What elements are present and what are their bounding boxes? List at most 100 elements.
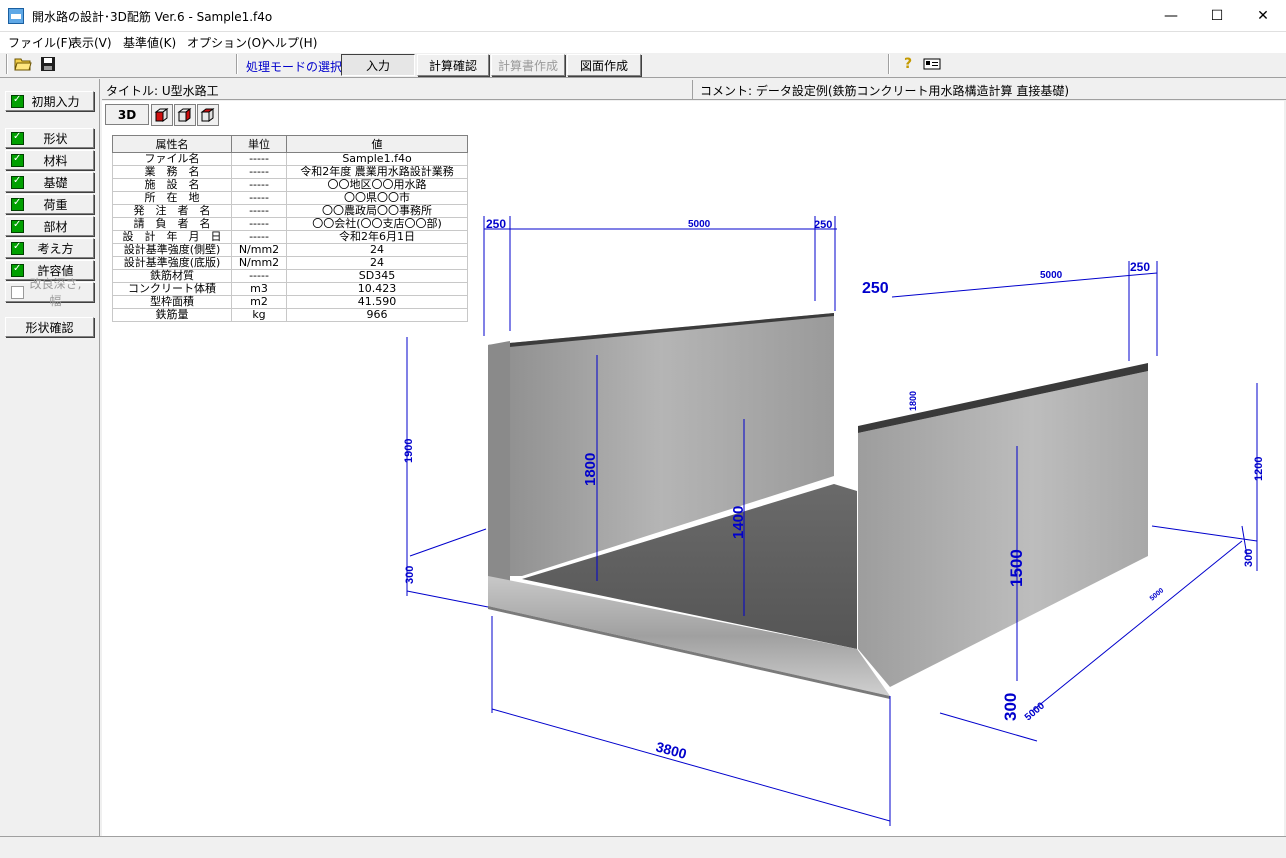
- table-cell-value: SD345: [286, 269, 468, 283]
- help-icon[interactable]: ?: [897, 54, 919, 74]
- sidebar-item-improvement[interactable]: 改良深さ,幅: [5, 277, 94, 308]
- table-body: ファイル名 ----- Sample1.f4o 業 務 名 ----- 令和2年度 農業用…: [112, 152, 468, 322]
- sidebar-item-member[interactable]: 部材: [5, 216, 94, 236]
- table-row: 型枠面積 m2 41.590: [112, 295, 468, 309]
- dim-height-1800b: 1800: [908, 391, 918, 411]
- shape-check-button[interactable]: 形状確認: [5, 317, 94, 337]
- dim-height-1800: 1800: [582, 453, 599, 486]
- table-cell-value: 〇〇県〇〇市: [286, 191, 468, 205]
- table-cell-value: 24: [286, 256, 468, 270]
- dim-top-length-b: 5000: [1040, 270, 1063, 281]
- mode-report-button[interactable]: 計算書作成: [491, 54, 565, 76]
- left-sidebar: [0, 79, 100, 836]
- table-cell-attribute: 請 負 者 名: [112, 217, 232, 231]
- col-attribute: 属性名: [112, 135, 232, 153]
- mode-input-button[interactable]: 入力: [341, 54, 415, 76]
- menu-standard-values[interactable]: 基準値(K): [123, 34, 176, 51]
- table-cell-value: 令和2年6月1日: [286, 230, 468, 244]
- window-title: 開水路の設計･3D配筋 Ver.6 - Sample1.f4o: [32, 10, 273, 24]
- table-row: 設計基準強度(底版) N/mm2 24: [112, 256, 468, 270]
- table-row: 請 負 者 名 ----- 〇〇会社(〇〇支店〇〇部): [112, 217, 468, 231]
- table-cell-unit: -----: [231, 269, 287, 283]
- sidebar-item-load[interactable]: 荷重: [5, 194, 94, 214]
- dim-top-right-a: 250: [814, 219, 832, 231]
- dim-length-small: 5000: [1149, 587, 1166, 602]
- table-cell-unit: m3: [231, 282, 287, 296]
- table-cell-attribute: コンクリート体積: [112, 282, 232, 296]
- table-cell-unit: m2: [231, 295, 287, 309]
- table-cell-attribute: ファイル名: [112, 152, 232, 166]
- folder-open-icon[interactable]: [12, 54, 34, 74]
- sidebar-item-shape[interactable]: 形状: [5, 128, 94, 148]
- menu-options[interactable]: オプション(O): [187, 34, 266, 51]
- cube-side-icon[interactable]: [174, 104, 196, 126]
- close-button[interactable]: ✕: [1240, 0, 1286, 31]
- minimize-button[interactable]: —: [1148, 0, 1194, 31]
- dim-height-1500: 1500: [1007, 549, 1026, 587]
- table-cell-value: 〇〇地区〇〇用水路: [286, 178, 468, 192]
- check-icon: [11, 153, 24, 167]
- save-icon[interactable]: [37, 54, 59, 74]
- cube-top-icon[interactable]: [197, 104, 219, 126]
- table-cell-attribute: 鉄筋材質: [112, 269, 232, 283]
- toolbar-separator-2: [888, 54, 890, 74]
- table-row: 鉄筋量 kg 966: [112, 308, 468, 322]
- table-cell-attribute: 設 計 年 月 日: [112, 230, 232, 244]
- table-cell-unit: -----: [231, 204, 287, 218]
- dim-base-300a: 300: [404, 566, 416, 584]
- dim-height-1400: 1400: [730, 506, 747, 539]
- table-cell-value: 41.590: [286, 295, 468, 309]
- tab-3d[interactable]: 3D: [105, 104, 149, 125]
- table-cell-value: 〇〇会社(〇〇支店〇〇部): [286, 217, 468, 231]
- menu-file[interactable]: ファイル(F): [8, 34, 72, 51]
- table-cell-unit: -----: [231, 152, 287, 166]
- table-cell-value: 令和2年度 農業用水路設計業務: [286, 165, 468, 179]
- table-row: 業 務 名 ----- 令和2年度 農業用水路設計業務: [112, 165, 468, 179]
- table-cell-value: 10.423: [286, 282, 468, 296]
- table-header-row: 属性名 単位 値: [112, 135, 468, 153]
- app-icon: [8, 8, 24, 24]
- table-row: 鉄筋材質 ----- SD345: [112, 269, 468, 283]
- check-icon: [11, 131, 24, 145]
- table-cell-attribute: 設計基準強度(底版): [112, 256, 232, 270]
- mode-drawing-button[interactable]: 図面作成: [567, 54, 641, 76]
- info-divider: [692, 80, 693, 99]
- id-card-icon[interactable]: [921, 54, 943, 74]
- mode-select-label: 処理モードの選択: [246, 60, 343, 74]
- table-cell-unit: N/mm2: [231, 256, 287, 270]
- check-icon: [11, 219, 24, 233]
- col-value: 値: [286, 135, 468, 153]
- menu-view[interactable]: 表示(V): [70, 34, 112, 51]
- sidebar-item-initial-input[interactable]: 初期入力: [5, 91, 94, 111]
- sidebar-item-material[interactable]: 材料: [5, 150, 94, 170]
- dim-top-right-b: 250: [1130, 260, 1150, 274]
- table-row: コンクリート体積 m3 10.423: [112, 282, 468, 296]
- cube-front-icon[interactable]: [151, 104, 173, 126]
- table-row: ファイル名 ----- Sample1.f4o: [112, 152, 468, 166]
- dim-width-3800: 3800: [654, 738, 688, 762]
- check-icon: [11, 94, 24, 108]
- table-row: 施 設 名 ----- 〇〇地区〇〇用水路: [112, 178, 468, 192]
- info-bar: [102, 79, 1286, 100]
- table-cell-unit: -----: [231, 178, 287, 192]
- menu-help[interactable]: ヘルプ(H): [263, 34, 317, 51]
- table-cell-unit: -----: [231, 191, 287, 205]
- maximize-button[interactable]: ☐: [1194, 0, 1240, 31]
- mode-calc-check-button[interactable]: 計算確認: [417, 54, 489, 76]
- dim-length-5000: 5000: [1023, 700, 1047, 723]
- property-table: 属性名 単位 値 ファイル名 ----- Sample1.f4o 業 務 名 -----…: [112, 135, 468, 322]
- table-cell-unit: kg: [231, 308, 287, 322]
- table-cell-value: 24: [286, 243, 468, 257]
- toolbar: [0, 52, 1286, 78]
- wall-end-face: [488, 341, 510, 601]
- dim-base-300c: 300: [1001, 693, 1020, 721]
- sidebar-item-approach[interactable]: 考え方: [5, 238, 94, 258]
- table-cell-attribute: 所 在 地: [112, 191, 232, 205]
- dim-height-1900: 1900: [403, 439, 415, 463]
- table-cell-value: Sample1.f4o: [286, 152, 468, 166]
- dim-height-1200: 1200: [1253, 457, 1265, 481]
- checkbox-icon: [11, 285, 24, 299]
- table-cell-unit: -----: [231, 217, 287, 231]
- table-cell-value: 966: [286, 308, 468, 322]
- sidebar-item-foundation[interactable]: 基礎: [5, 172, 94, 192]
